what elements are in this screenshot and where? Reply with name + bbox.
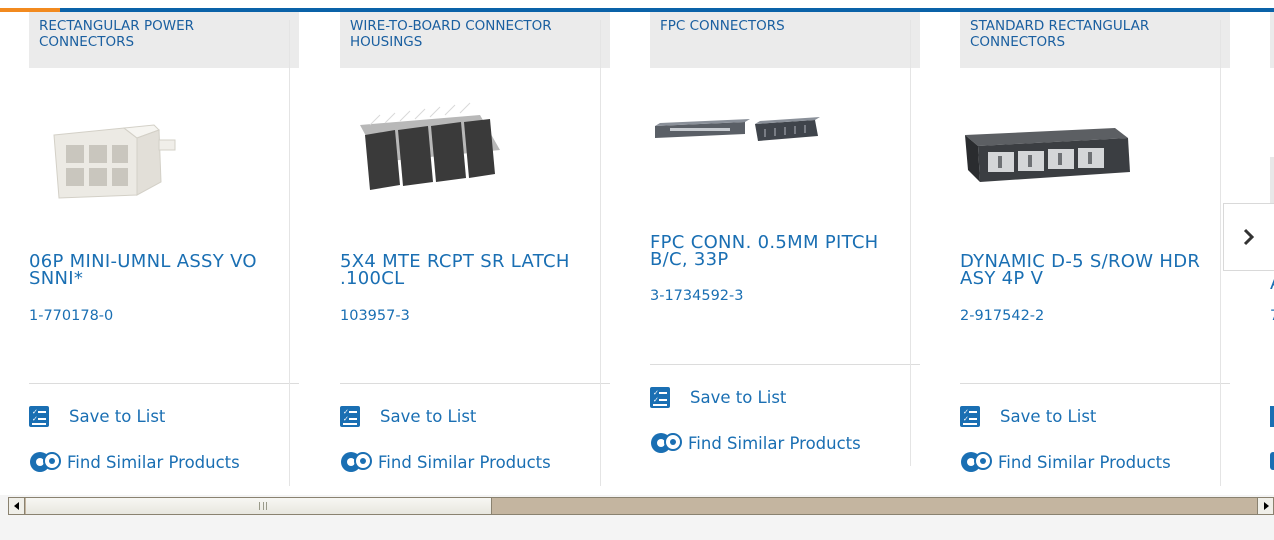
save-to-list-button[interactable]: ✓ ✓ Save to List xyxy=(960,406,1096,427)
find-similar-label: Find Similar Products xyxy=(998,452,1171,472)
part-number[interactable]: 103957-3 xyxy=(340,308,410,324)
save-to-list-button[interactable]: ✓ ✓ Save to List xyxy=(29,406,165,427)
scrollbar-thumb[interactable] xyxy=(26,498,492,514)
part-number[interactable]: 3-1734592-3 xyxy=(650,288,744,304)
product-card: RECTANGULAR POWER CONNECTORS 06P MINI-UM… xyxy=(0,12,299,486)
find-similar-label: Find Similar Products xyxy=(378,452,551,472)
similar-gears-icon xyxy=(341,452,372,472)
find-similar-button[interactable]: Find Similar Products xyxy=(29,449,240,475)
divider xyxy=(340,383,610,384)
horizontal-scrollbar[interactable] xyxy=(8,497,1274,515)
category-label[interactable]: RECTANGULAR POWER CONNECTORS xyxy=(29,12,299,68)
scroll-left-button[interactable] xyxy=(9,498,25,514)
arrow-left-icon xyxy=(13,502,19,510)
product-image[interactable] xyxy=(960,90,1140,210)
card-divider xyxy=(1220,20,1221,486)
category-label[interactable]: WIRE-TO-BOARD CONNECTOR HOUSINGS xyxy=(340,12,610,68)
carousel-next-button[interactable] xyxy=(1223,203,1274,271)
card-divider xyxy=(289,20,290,486)
product-image[interactable] xyxy=(650,84,830,204)
product-title[interactable]: 5X4 MTE RCPT SR LATCH .100CL xyxy=(340,253,602,288)
checklist-icon: ✓ ✓ xyxy=(960,406,980,427)
checklist-icon xyxy=(1270,406,1274,427)
product-image[interactable] xyxy=(340,90,520,210)
save-to-list-label: Save to List xyxy=(69,407,166,426)
checklist-icon: ✓ ✓ xyxy=(650,387,670,408)
checklist-icon: ✓ ✓ xyxy=(29,406,49,427)
part-number[interactable]: 2-917542-2 xyxy=(960,308,1044,324)
scroll-right-button[interactable] xyxy=(1257,498,1273,514)
product-card: WIRE-TO-BOARD CONNECTOR HOUSINGS 5X4 MTE… xyxy=(311,12,610,486)
product-card: FPC CONNECTORS FPC CONN. 0.5MM PITCH B/C… xyxy=(621,12,920,486)
similar-gears-icon xyxy=(961,452,992,472)
save-to-list-button[interactable]: ✓ ✓ Save to List xyxy=(340,406,476,427)
card-divider xyxy=(910,20,911,466)
divider xyxy=(650,364,920,365)
checklist-icon: ✓ ✓ xyxy=(340,406,360,427)
chevron-right-icon xyxy=(1243,228,1255,246)
save-to-list-label: Save to List xyxy=(1000,407,1097,426)
part-number[interactable]: 1-770178-0 xyxy=(29,308,113,324)
find-similar-label: Find Similar Products xyxy=(688,433,861,453)
product-image[interactable] xyxy=(29,90,209,210)
product-title[interactable]: DYNAMIC D-5 S/ROW HDR ASY 4P V xyxy=(960,253,1222,288)
save-to-list-label: Save to List xyxy=(380,407,477,426)
similar-gears-icon xyxy=(651,433,682,453)
part-number[interactable]: 7 xyxy=(1270,308,1274,324)
divider xyxy=(960,383,1230,384)
category-label[interactable]: STANDARD RECTANGULAR CONNECTORS xyxy=(960,12,1230,68)
arrow-right-icon xyxy=(1263,502,1269,510)
save-to-list-button[interactable]: ✓ ✓ Save to List xyxy=(650,387,786,408)
product-title[interactable]: A xyxy=(1270,275,1274,293)
product-card: STANDARD RECTANGULAR CONNECTORS DYNAMIC … xyxy=(931,12,1230,486)
divider xyxy=(29,383,299,384)
product-carousel: RECTANGULAR POWER CONNECTORS 06P MINI-UM… xyxy=(0,12,1274,495)
save-to-list-label: Save to List xyxy=(690,388,787,407)
category-label[interactable]: FPC CONNECTORS xyxy=(650,12,920,68)
similar-gears-icon xyxy=(30,452,61,472)
scrollbar-grip xyxy=(259,502,267,510)
top-bar xyxy=(0,0,1274,12)
find-similar-button[interactable]: Find Similar Products xyxy=(960,449,1171,475)
card-divider xyxy=(600,20,601,486)
product-title[interactable]: 06P MINI-UMNL ASSY VO SNNI* xyxy=(29,253,291,288)
find-similar-button[interactable]: Find Similar Products xyxy=(340,449,551,475)
category-label xyxy=(1270,12,1274,68)
find-similar-label: Find Similar Products xyxy=(67,452,240,472)
product-title[interactable]: FPC CONN. 0.5MM PITCH B/C, 33P xyxy=(650,234,912,269)
similar-gears-icon xyxy=(1270,452,1274,470)
find-similar-button[interactable]: Find Similar Products xyxy=(650,430,861,456)
